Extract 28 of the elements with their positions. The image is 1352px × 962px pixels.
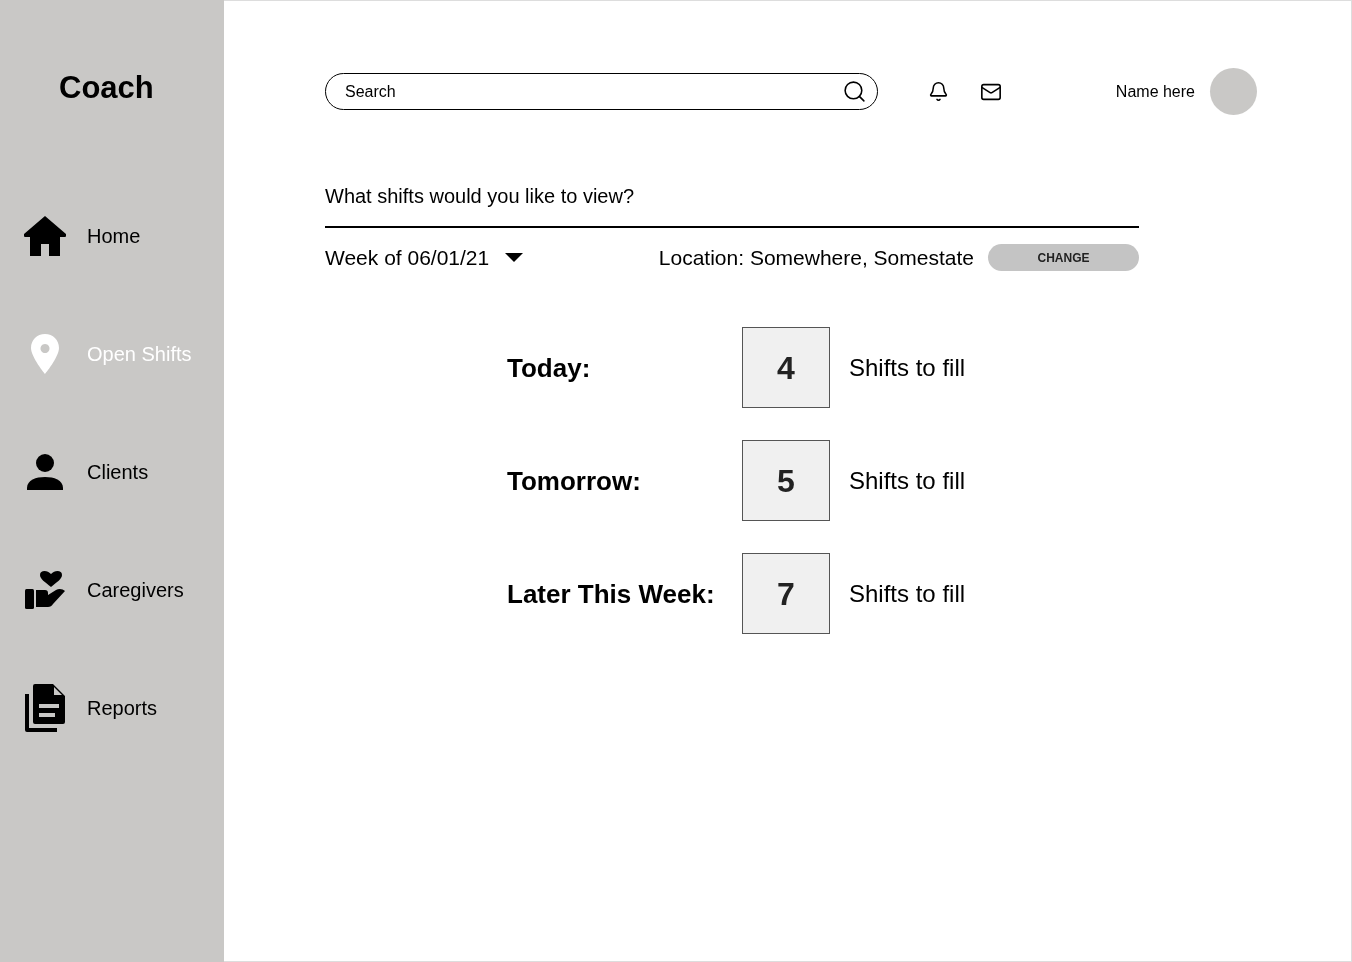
search-field[interactable]: Search [325, 73, 878, 110]
period-label: Tomorrow: [507, 464, 642, 497]
hand-heart-icon [25, 571, 65, 609]
shift-count: 4 [742, 327, 830, 408]
shift-caption: Shifts to fill [849, 465, 966, 496]
period-label: Later This Week: [507, 577, 716, 610]
change-button[interactable]: CHANGE [988, 244, 1139, 271]
prompt-text: What shifts would you like to view? [325, 184, 636, 209]
nav-item[interactable]: Clients [24, 448, 224, 496]
person-icon [27, 454, 63, 490]
week-dropdown[interactable]: Week of 06/01/21 [325, 244, 524, 271]
shift-count: 5 [742, 440, 830, 521]
nav-item[interactable]: Home [24, 212, 224, 260]
map-pin-icon [31, 334, 59, 374]
app-title: Coach [59, 70, 154, 106]
bell-icon[interactable] [928, 81, 949, 102]
location-text: Location: Somewhere, Somestate [658, 244, 974, 271]
house-icon [24, 216, 66, 256]
search-icon[interactable] [842, 79, 867, 104]
shift-caption: Shifts to fill [849, 578, 966, 609]
documents-icon [25, 684, 65, 732]
nav-item[interactable]: Reports [24, 684, 224, 732]
user-name: Name here [1115, 81, 1195, 102]
period-label: Today: [507, 351, 592, 384]
shift-count: 7 [742, 553, 830, 634]
shift-caption: Shifts to fill [849, 352, 966, 383]
nav-item[interactable]: Caregivers [24, 566, 224, 614]
caret-icon [505, 253, 524, 262]
